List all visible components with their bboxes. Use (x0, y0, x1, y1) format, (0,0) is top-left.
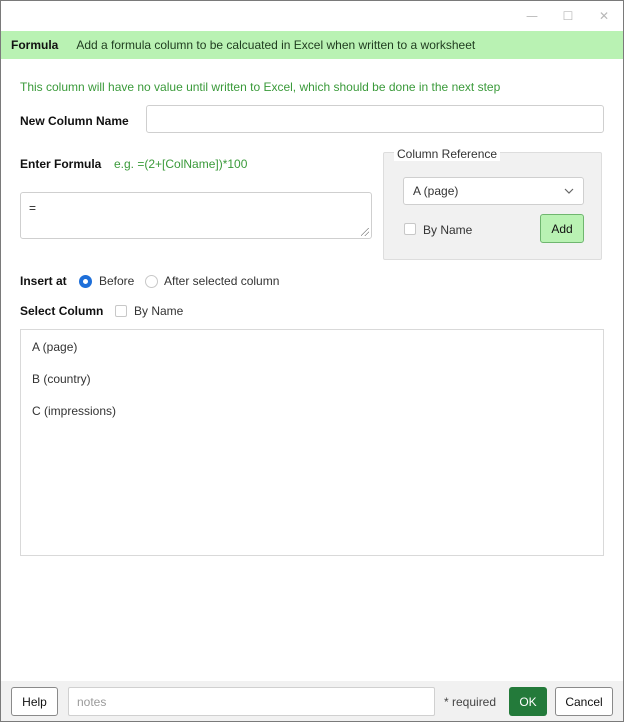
formula-dialog: — ☐ ✕ Formula Add a formula column to be… (0, 0, 624, 722)
formula-value: = (29, 201, 37, 215)
column-reference-group: Column Reference A (page) By Name Add (383, 147, 602, 260)
enter-formula-label: Enter Formula (20, 157, 102, 171)
insert-at-label: Insert at (20, 274, 67, 288)
info-text: This column will have no value until wri… (20, 80, 501, 94)
insert-before-label: Before (99, 274, 135, 288)
insert-after-label: After selected column (164, 274, 280, 288)
notes-input[interactable] (68, 687, 435, 716)
column-reference-selected: A (page) (413, 184, 459, 198)
header-bar: Formula Add a formula column to be calcu… (1, 31, 623, 59)
list-item[interactable]: B (country) (32, 372, 91, 386)
help-button[interactable]: Help (11, 687, 58, 716)
header-title: Formula (11, 38, 59, 52)
select-column-label: Select Column (20, 304, 104, 318)
select-column-by-name-label: By Name (134, 304, 184, 318)
column-reference-by-name-checkbox[interactable] (404, 223, 416, 235)
insert-before-radio[interactable] (79, 275, 92, 288)
formula-example: e.g. =(2+[ColName])*100 (114, 157, 248, 171)
required-note: * required (444, 695, 497, 709)
select-column-by-name-checkbox[interactable] (115, 305, 127, 317)
new-column-name-input[interactable] (146, 105, 604, 133)
add-button[interactable]: Add (540, 214, 584, 243)
minimize-button[interactable]: — (515, 1, 549, 31)
cancel-button[interactable]: Cancel (555, 687, 613, 716)
footer-bar: Help * required OK Cancel (1, 681, 623, 721)
header-description: Add a formula column to be calcuated in … (76, 38, 476, 52)
new-column-name-label: New Column Name (20, 114, 129, 128)
ok-button[interactable]: OK (509, 687, 547, 716)
resize-grip-icon[interactable] (361, 228, 369, 236)
title-bar: — ☐ ✕ (1, 1, 623, 31)
list-item[interactable]: A (page) (32, 340, 77, 354)
formula-textarea[interactable]: = (20, 192, 372, 239)
chevron-down-icon (564, 188, 574, 194)
list-item[interactable]: C (impressions) (32, 404, 116, 418)
column-reference-legend: Column Reference (394, 147, 501, 161)
column-reference-select[interactable]: A (page) (403, 177, 584, 205)
close-button[interactable]: ✕ (587, 1, 621, 31)
column-reference-by-name-label: By Name (423, 223, 473, 237)
maximize-button[interactable]: ☐ (551, 1, 585, 31)
column-list[interactable]: A (page) B (country) C (impressions) (20, 329, 604, 556)
insert-after-radio[interactable] (145, 275, 158, 288)
